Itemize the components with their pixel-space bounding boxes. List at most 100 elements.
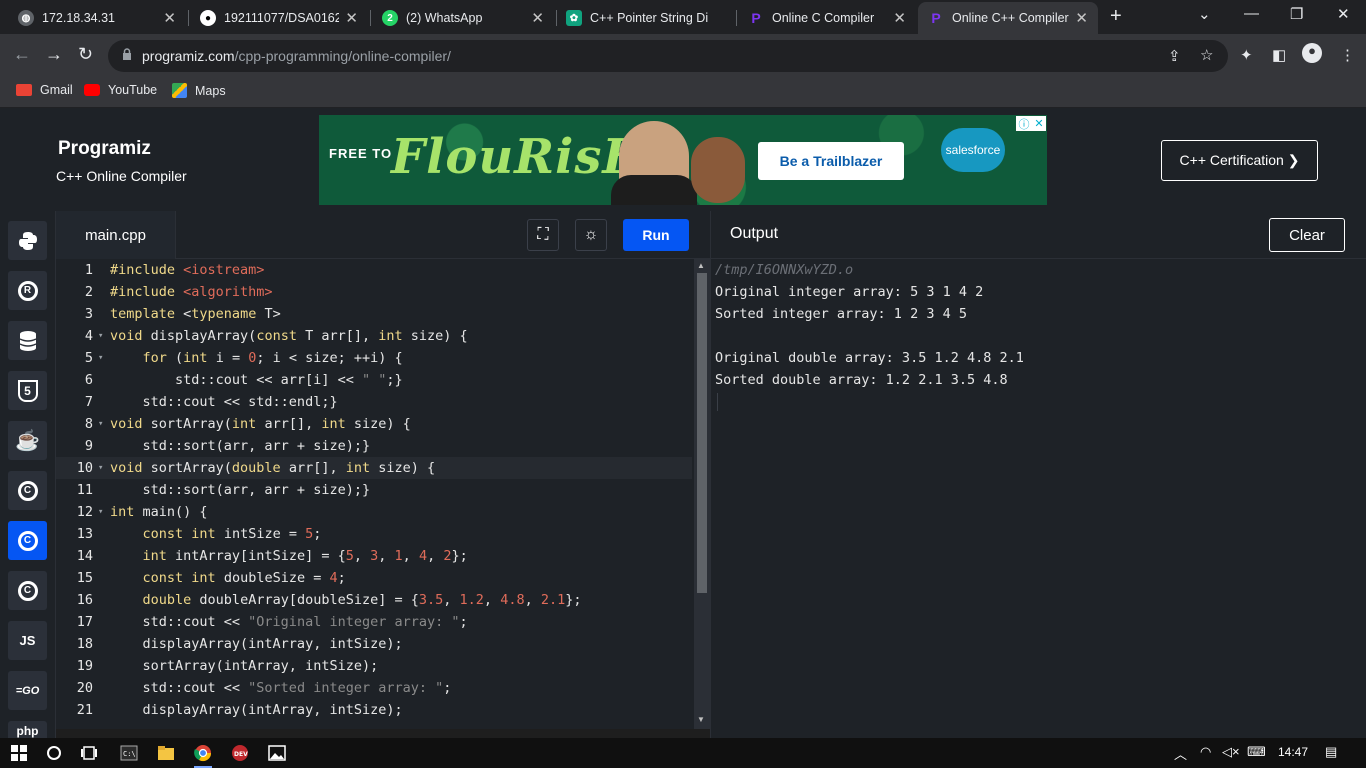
go-icon[interactable]: =GO <box>8 671 47 710</box>
bookmark-star-icon[interactable]: ☆ <box>1200 46 1213 64</box>
output-header: Output Clear <box>710 211 1366 259</box>
window-close-icon[interactable]: ✕ <box>1337 5 1350 23</box>
close-icon[interactable]: ✕ <box>893 9 906 27</box>
tab-search-icon[interactable]: ⌄ <box>1198 5 1211 23</box>
close-icon[interactable]: ✕ <box>531 9 544 27</box>
java-icon[interactable]: ☕ <box>8 421 47 460</box>
extensions-icon[interactable]: ✦ <box>1240 46 1253 64</box>
fold-icon[interactable]: ▾ <box>98 457 103 479</box>
terminal-icon[interactable]: C:\ <box>120 744 138 762</box>
close-icon[interactable]: ✕ <box>345 9 358 27</box>
youtube-icon <box>84 84 100 96</box>
scroll-down-icon[interactable]: ▼ <box>697 715 705 724</box>
bookmark-youtube[interactable]: YouTube <box>84 83 157 97</box>
file-tab-main-cpp[interactable]: main.cpp <box>56 211 176 259</box>
ad-banner[interactable]: FREE TO FlouRisH Be a Trailblazer salesf… <box>319 115 1047 205</box>
browser-tab-strip: ◍ 172.18.34.31 ✕ ● 192111077/DSA0162 ✕ 2… <box>0 0 1366 34</box>
scrollbar-thumb[interactable] <box>697 273 707 593</box>
tray-chevron-icon[interactable]: ︿ <box>1174 744 1187 763</box>
r-icon[interactable]: R <box>8 271 47 310</box>
ad-close-icon[interactable]: ⓘ ✕ <box>1016 116 1046 131</box>
run-button[interactable]: Run <box>623 219 689 251</box>
ad-headline: FlouRisH <box>391 129 649 185</box>
output-line: Sorted double array: 1.2 2.1 3.5 4.8 <box>715 372 1008 388</box>
scroll-up-icon[interactable]: ▲ <box>697 261 705 270</box>
browser-tab[interactable]: P Online C Compiler ✕ <box>738 2 916 34</box>
code-text: std::cout << "Original integer array: "; <box>110 614 468 630</box>
forward-icon[interactable]: → <box>45 44 63 65</box>
salesforce-logo: salesforce <box>941 128 1005 172</box>
wifi-icon[interactable]: ◠ <box>1200 744 1211 760</box>
browser-tab[interactable]: 2 (2) WhatsApp ✕ <box>372 2 554 34</box>
url-domain: programiz.com <box>142 48 235 64</box>
c-icon[interactable]: C <box>8 471 47 510</box>
share-icon[interactable]: ⇪ <box>1168 47 1181 65</box>
file-explorer-icon[interactable] <box>157 744 175 762</box>
reload-icon[interactable]: ↻ <box>78 44 93 65</box>
code-line: 8 ▾ void sortArray(int arr[], int size) { <box>56 413 692 435</box>
restore-icon[interactable]: ❐ <box>1290 5 1303 23</box>
php-label: php <box>16 724 39 738</box>
browser-tab-active[interactable]: P Online C++ Compiler ✕ <box>918 2 1098 34</box>
photos-icon[interactable] <box>268 744 286 762</box>
address-bar[interactable]: programiz.com/cpp-programming/online-com… <box>108 40 1228 72</box>
browser-tab[interactable]: ◍ 172.18.34.31 ✕ <box>8 2 186 34</box>
task-view-icon[interactable] <box>80 744 98 762</box>
code-editor[interactable]: 1 #include <iostream> 2 #include <algorith… <box>56 259 694 729</box>
code-text: const int doubleSize = 4; <box>142 570 346 586</box>
output-line: Original integer array: 5 3 1 4 2 <box>715 284 984 300</box>
code-text: std::sort(arr, arr + size);} <box>110 482 371 498</box>
chrome-icon[interactable] <box>194 744 212 762</box>
maps-icon <box>172 83 187 98</box>
cpp-certification-button[interactable]: C++ Certification ❯ <box>1161 140 1318 181</box>
output-title: Output <box>730 225 779 242</box>
dev-app-icon[interactable]: DEV <box>231 744 249 762</box>
notifications-icon[interactable]: ▤ <box>1325 744 1337 760</box>
bookmark-gmail[interactable]: Gmail <box>16 83 73 97</box>
html-icon[interactable]: 5 <box>8 371 47 410</box>
csharp-label: C <box>17 580 38 601</box>
side-panel-icon[interactable]: ◧ <box>1272 46 1286 64</box>
fold-icon[interactable]: ▾ <box>98 413 103 435</box>
code-line: 16 double doubleArray[doubleSize] = {3.5… <box>76 592 582 608</box>
code-text: std::cout << std::endl;} <box>110 394 338 410</box>
bookmarks-bar: Gmail YouTube Maps <box>0 78 1366 108</box>
programiz-logo[interactable]: Programiz <box>58 138 151 160</box>
browser-tab[interactable]: ✿ C++ Pointer String Di <box>556 2 736 34</box>
ad-cta-button[interactable]: Be a Trailblazer <box>758 142 904 180</box>
taskbar-clock[interactable]: 14:47 <box>1278 745 1308 759</box>
close-icon[interactable]: ✕ <box>163 9 176 27</box>
js-icon[interactable]: JS <box>8 621 47 660</box>
volume-mute-icon[interactable]: ◁× <box>1222 744 1240 760</box>
clear-button[interactable]: Clear <box>1269 218 1345 252</box>
browser-tab[interactable]: ● 192111077/DSA0162 ✕ <box>190 2 368 34</box>
new-tab-button[interactable]: + <box>1110 5 1122 28</box>
php-icon[interactable]: php <box>8 721 47 738</box>
site-header: Programiz C++ Online Compiler FREE TO Fl… <box>0 108 1366 211</box>
editor-scrollbar[interactable]: ▲ ▼ <box>694 259 710 729</box>
output-console[interactable]: /tmp/I6ONNXwYZD.o Original integer array… <box>710 259 1366 738</box>
menu-icon[interactable]: ⋮ <box>1340 46 1355 64</box>
code-text: std::cout << arr[i] << " ";} <box>110 372 403 388</box>
theme-toggle-icon[interactable]: ☼ <box>575 219 607 251</box>
back-icon[interactable]: ← <box>13 44 31 65</box>
tab-title: 172.18.34.31 <box>42 11 115 25</box>
windows-start-icon[interactable] <box>10 744 28 762</box>
fold-icon[interactable]: ▾ <box>98 325 103 347</box>
fullscreen-icon[interactable]: ⛶ <box>527 219 559 251</box>
csharp-icon[interactable]: C <box>8 571 47 610</box>
js-label: JS <box>19 633 36 648</box>
python-icon[interactable] <box>8 221 47 260</box>
search-icon[interactable] <box>45 744 63 762</box>
minimize-icon[interactable]: — <box>1244 5 1259 22</box>
profile-icon[interactable]: ● <box>1302 43 1322 63</box>
cpp-icon[interactable]: C <box>8 521 47 560</box>
sql-icon[interactable] <box>8 321 47 360</box>
keyboard-icon[interactable]: ⌨ <box>1247 744 1266 760</box>
close-icon[interactable]: ✕ <box>1075 9 1088 27</box>
fold-icon[interactable]: ▾ <box>98 501 103 523</box>
svg-text:C:\: C:\ <box>123 750 136 758</box>
code-line: 15 const int doubleSize = 4; <box>76 570 346 586</box>
bookmark-maps[interactable]: Maps <box>172 83 226 98</box>
fold-icon[interactable]: ▾ <box>98 347 103 369</box>
